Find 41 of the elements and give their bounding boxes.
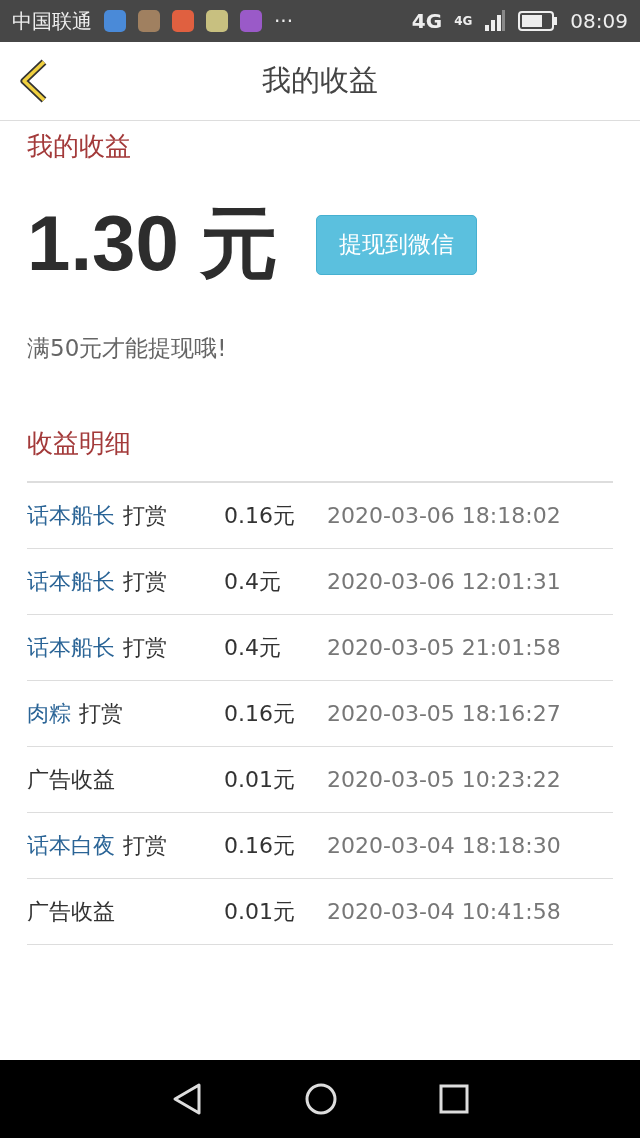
earning-time: 2020-03-06 18:18:02 [327, 503, 561, 528]
balance-amount: 1.30 元 [27, 198, 279, 289]
action-text: 打赏 [123, 501, 167, 530]
carrier-name: 中国联通 [12, 7, 92, 35]
user-link[interactable]: 话本船长 [27, 500, 115, 531]
action-text: 打赏 [123, 567, 167, 596]
withdraw-note: 满50元才能提现哦! [27, 334, 228, 363]
earning-amount: 0.16元 [224, 501, 296, 530]
earning-amount: 0.16元 [224, 699, 296, 728]
user-link[interactable]: 肉粽 [27, 698, 71, 729]
battery-icon [518, 11, 559, 31]
user-link[interactable]: 话本船长 [27, 566, 115, 597]
earning-time: 2020-03-05 18:16:27 [327, 701, 561, 726]
earning-amount: 0.01元 [224, 897, 296, 926]
action-text: 打赏 [123, 831, 167, 860]
earning-time: 2020-03-04 10:41:58 [327, 899, 561, 924]
earning-time: 2020-03-04 18:18:30 [327, 833, 561, 858]
recents-nav-icon[interactable] [439, 1084, 470, 1114]
source-text: 广告收益 [27, 765, 115, 794]
more-notifications: ··· [274, 9, 294, 33]
source-text: 广告收益 [27, 897, 115, 926]
section-heading: 我的收益 [27, 130, 132, 163]
earning-time: 2020-03-06 12:01:31 [327, 569, 561, 594]
user-link[interactable]: 话本船长 [27, 632, 115, 663]
earning-amount: 0.16元 [224, 831, 296, 860]
action-text: 打赏 [79, 699, 123, 728]
signal-icon [484, 10, 507, 32]
network-label: 4G [454, 14, 473, 28]
clock-time: 08:09 [570, 9, 628, 33]
network-label: 4G [411, 9, 443, 33]
action-text: 打赏 [123, 633, 167, 662]
section-heading: 收益明细 [27, 427, 132, 460]
earning-time: 2020-03-05 21:01:58 [327, 635, 561, 660]
user-link[interactable]: 话本白夜 [27, 830, 115, 861]
page-title: 我的收益 [262, 62, 378, 99]
earning-amount: 0.4元 [224, 567, 282, 596]
back-icon[interactable] [18, 59, 48, 103]
earning-time: 2020-03-05 10:23:22 [327, 767, 561, 792]
home-nav-icon[interactable] [304, 1082, 338, 1116]
earning-amount: 0.4元 [224, 633, 282, 662]
earning-amount: 0.01元 [224, 765, 296, 794]
